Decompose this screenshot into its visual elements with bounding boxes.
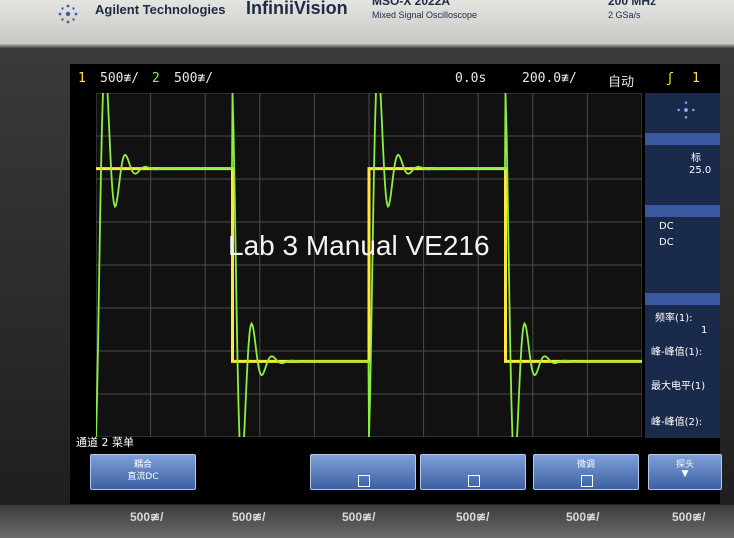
coupling-key-value: 直流DC [127,472,159,482]
freq-label: 频率(1): [655,313,693,324]
menu-title: 通道 2 菜单 [76,436,134,449]
brand-name: Agilent Technologies [95,2,226,17]
model-number: MSO-X 2022A [372,0,451,8]
knob-label: 500≇/ [672,510,706,524]
checkbox-icon [358,475,370,487]
agilent-logo-icon [677,101,695,119]
knob-label: 500≇/ [232,510,266,524]
pk-pk2-label: 峰-峰值(2): [651,417,703,428]
trigger-mode[interactable]: 自动 [608,71,634,90]
side-value: 25.0 [689,165,712,176]
side-section-header [645,205,720,217]
probe-key[interactable]: 探头 ▼ [648,454,722,490]
knob-label: 500≇/ [342,510,376,524]
checkbox-icon [581,475,593,487]
checkbox-icon [468,475,480,487]
time-offset[interactable]: 0.0s [455,71,486,86]
waveform-svg [95,65,643,465]
brand-bar: Agilent Technologies InfiniiVision MSO-X… [0,0,734,44]
side-label: 标 [691,153,701,164]
trigger-icon: ʃ [666,71,674,86]
bandwidth: 200 MHz [608,0,657,8]
fine-key-label: 微调 [576,460,595,470]
ch1-label[interactable]: 1 [78,71,86,86]
status-bar: 1 500≇/ 2 500≇/ 0.0s 200.0≇/ 自动 ʃ 1 [70,68,720,90]
agilent-logo-icon [58,4,78,24]
pk-pk-label: 峰-峰值(1): [651,347,703,358]
waveform-grid [95,65,643,465]
softkey-3[interactable] [420,454,526,490]
max-label: 最大电平(1) [651,381,706,392]
ch1-scale[interactable]: 500≇/ [100,71,139,86]
watermark-text: Lab 3 Manual VE216 [228,230,490,261]
product-name: InfiniiVision [246,0,348,18]
arrow-down-icon: ▼ [681,469,689,479]
ch1-coupling: DC [659,221,674,232]
time-scale[interactable]: 200.0≇/ [522,71,577,86]
knob-label: 500≇/ [566,510,600,524]
side-section-header [645,293,720,305]
side-section-header [645,133,720,145]
ch2-coupling: DC [659,237,674,248]
knob-label: 500≇/ [130,510,164,524]
coupling-key[interactable]: 耦合 直流DC [90,454,196,490]
ch2-label[interactable]: 2 [152,71,160,86]
sample-rate: 2 GSa/s [608,10,641,20]
freq-value: 1 [701,325,708,336]
model-subtitle: Mixed Signal Oscilloscope [372,10,478,20]
ch2-scale[interactable]: 500≇/ [174,71,213,86]
trigger-source[interactable]: 1 [692,71,700,86]
fine-key[interactable]: 微调 [533,454,639,490]
softkey-2[interactable] [310,454,416,490]
knob-label: 500≇/ [456,510,490,524]
side-panel: 标 25.0 DC DC 频率(1): 1 峰-峰值(1): 最大电平(1) 峰… [645,93,720,438]
